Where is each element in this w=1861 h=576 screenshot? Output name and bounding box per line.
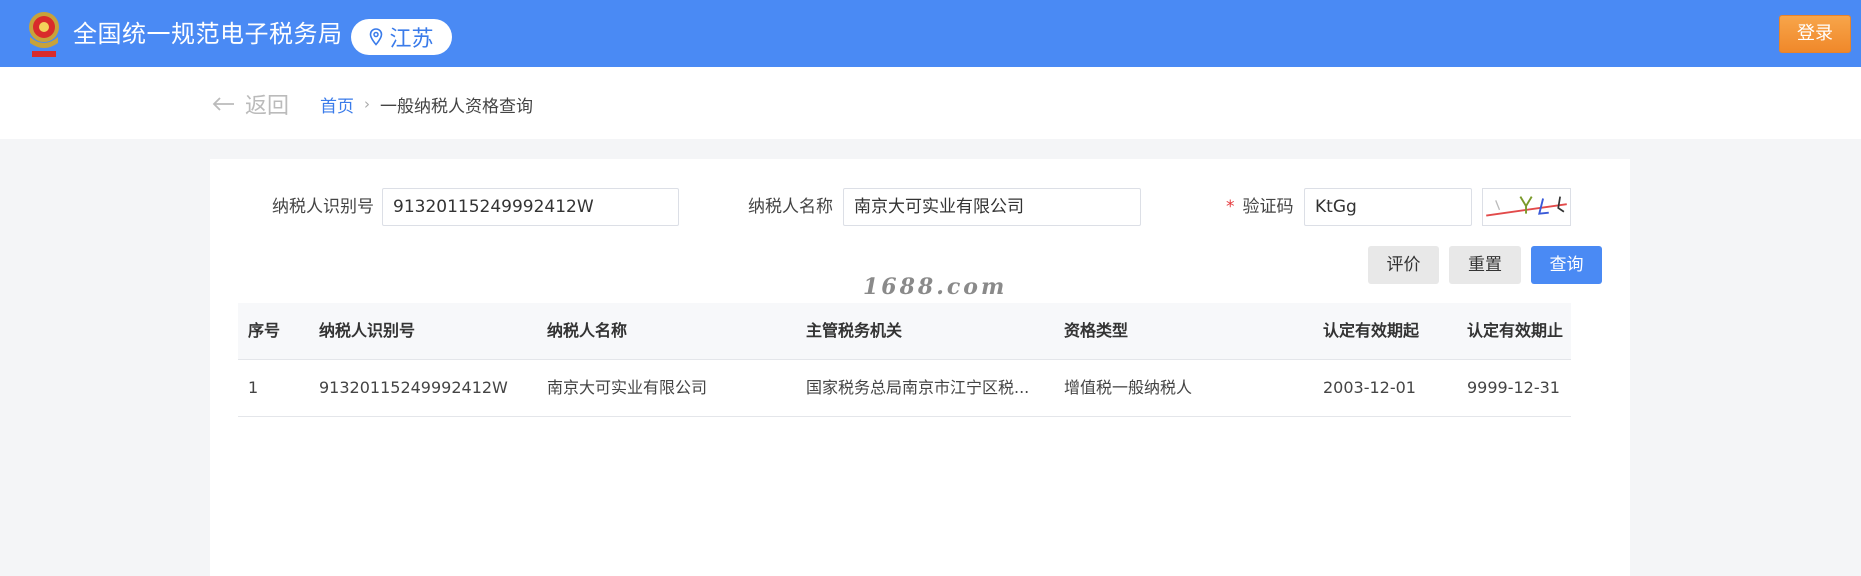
breadcrumb-current: 一般纳税人资格查询 — [380, 96, 533, 117]
column-header: 纳税人名称 — [547, 321, 628, 340]
taxpayer-id-label: 纳税人识别号 — [272, 197, 374, 217]
table-cell: 91320115249992412W — [319, 378, 508, 397]
login-button[interactable]: 登录 — [1779, 15, 1851, 53]
tax-emblem-icon — [29, 12, 59, 57]
table-header-row: 序号 纳税人识别号 纳税人名称 主管税务机关 资格类型 认定有效期起 认定有效期… — [238, 303, 1571, 360]
captcha-image[interactable] — [1482, 188, 1571, 226]
region-selector[interactable]: 江苏 — [351, 19, 452, 55]
query-button[interactable]: 查询 — [1531, 246, 1602, 284]
region-label: 江苏 — [389, 27, 434, 52]
table-cell: 2003-12-01 — [1323, 378, 1416, 397]
table-cell: 9999-12-31 — [1467, 378, 1560, 397]
table-row: 1 91320115249992412W 南京大可实业有限公司 国家税务总局南京… — [238, 360, 1571, 417]
table-cell: 增值税一般纳税人 — [1064, 378, 1193, 397]
taxpayer-id-input[interactable]: 91320115249992412W — [382, 188, 679, 226]
breadcrumb-home-link[interactable]: 首页 — [320, 92, 354, 117]
taxpayer-name-label: 纳税人名称 — [748, 197, 833, 217]
watermark-text: 1688.com — [863, 274, 1008, 300]
captcha-label-text: 验证码 — [1242, 197, 1294, 217]
arrow-left-icon — [212, 97, 234, 111]
taxpayer-name-input[interactable]: 南京大可实业有限公司 — [843, 188, 1141, 226]
back-label: 返回 — [245, 94, 290, 119]
evaluate-button[interactable]: 评价 — [1368, 246, 1439, 284]
query-card: 纳税人识别号 91320115249992412W 纳税人名称 南京大可实业有限… — [210, 159, 1630, 576]
column-header: 主管税务机关 — [806, 321, 903, 340]
column-header: 纳税人识别号 — [319, 321, 416, 340]
column-header: 资格类型 — [1064, 321, 1129, 340]
result-table: 序号 纳税人识别号 纳税人名称 主管税务机关 资格类型 认定有效期起 认定有效期… — [238, 303, 1571, 417]
captcha-input[interactable]: KtGg — [1304, 188, 1472, 226]
column-header: 序号 — [248, 321, 281, 340]
required-mark: * — [1226, 197, 1235, 217]
back-button[interactable]: 返回 — [211, 91, 290, 119]
breadcrumb-separator: › — [364, 95, 370, 113]
table-cell: 南京大可实业有限公司 — [547, 378, 708, 397]
table-cell: 国家税务总局南京市江宁区税... — [806, 378, 1030, 397]
breadcrumb: 首页 › 一般纳税人资格查询 — [320, 92, 533, 117]
location-pin-icon — [370, 28, 383, 46]
breadcrumb-bar: 返回 首页 › 一般纳税人资格查询 — [0, 67, 1861, 139]
column-header: 认定有效期起 — [1323, 321, 1420, 340]
app-title: 全国统一规范电子税务局 — [73, 20, 343, 48]
column-header: 认定有效期止 — [1467, 321, 1564, 340]
top-header: 全国统一规范电子税务局 江苏 登录 — [0, 0, 1861, 67]
reset-button[interactable]: 重置 — [1449, 246, 1521, 284]
table-cell: 1 — [248, 378, 259, 397]
captcha-label: * 验证码 — [1226, 188, 1294, 226]
